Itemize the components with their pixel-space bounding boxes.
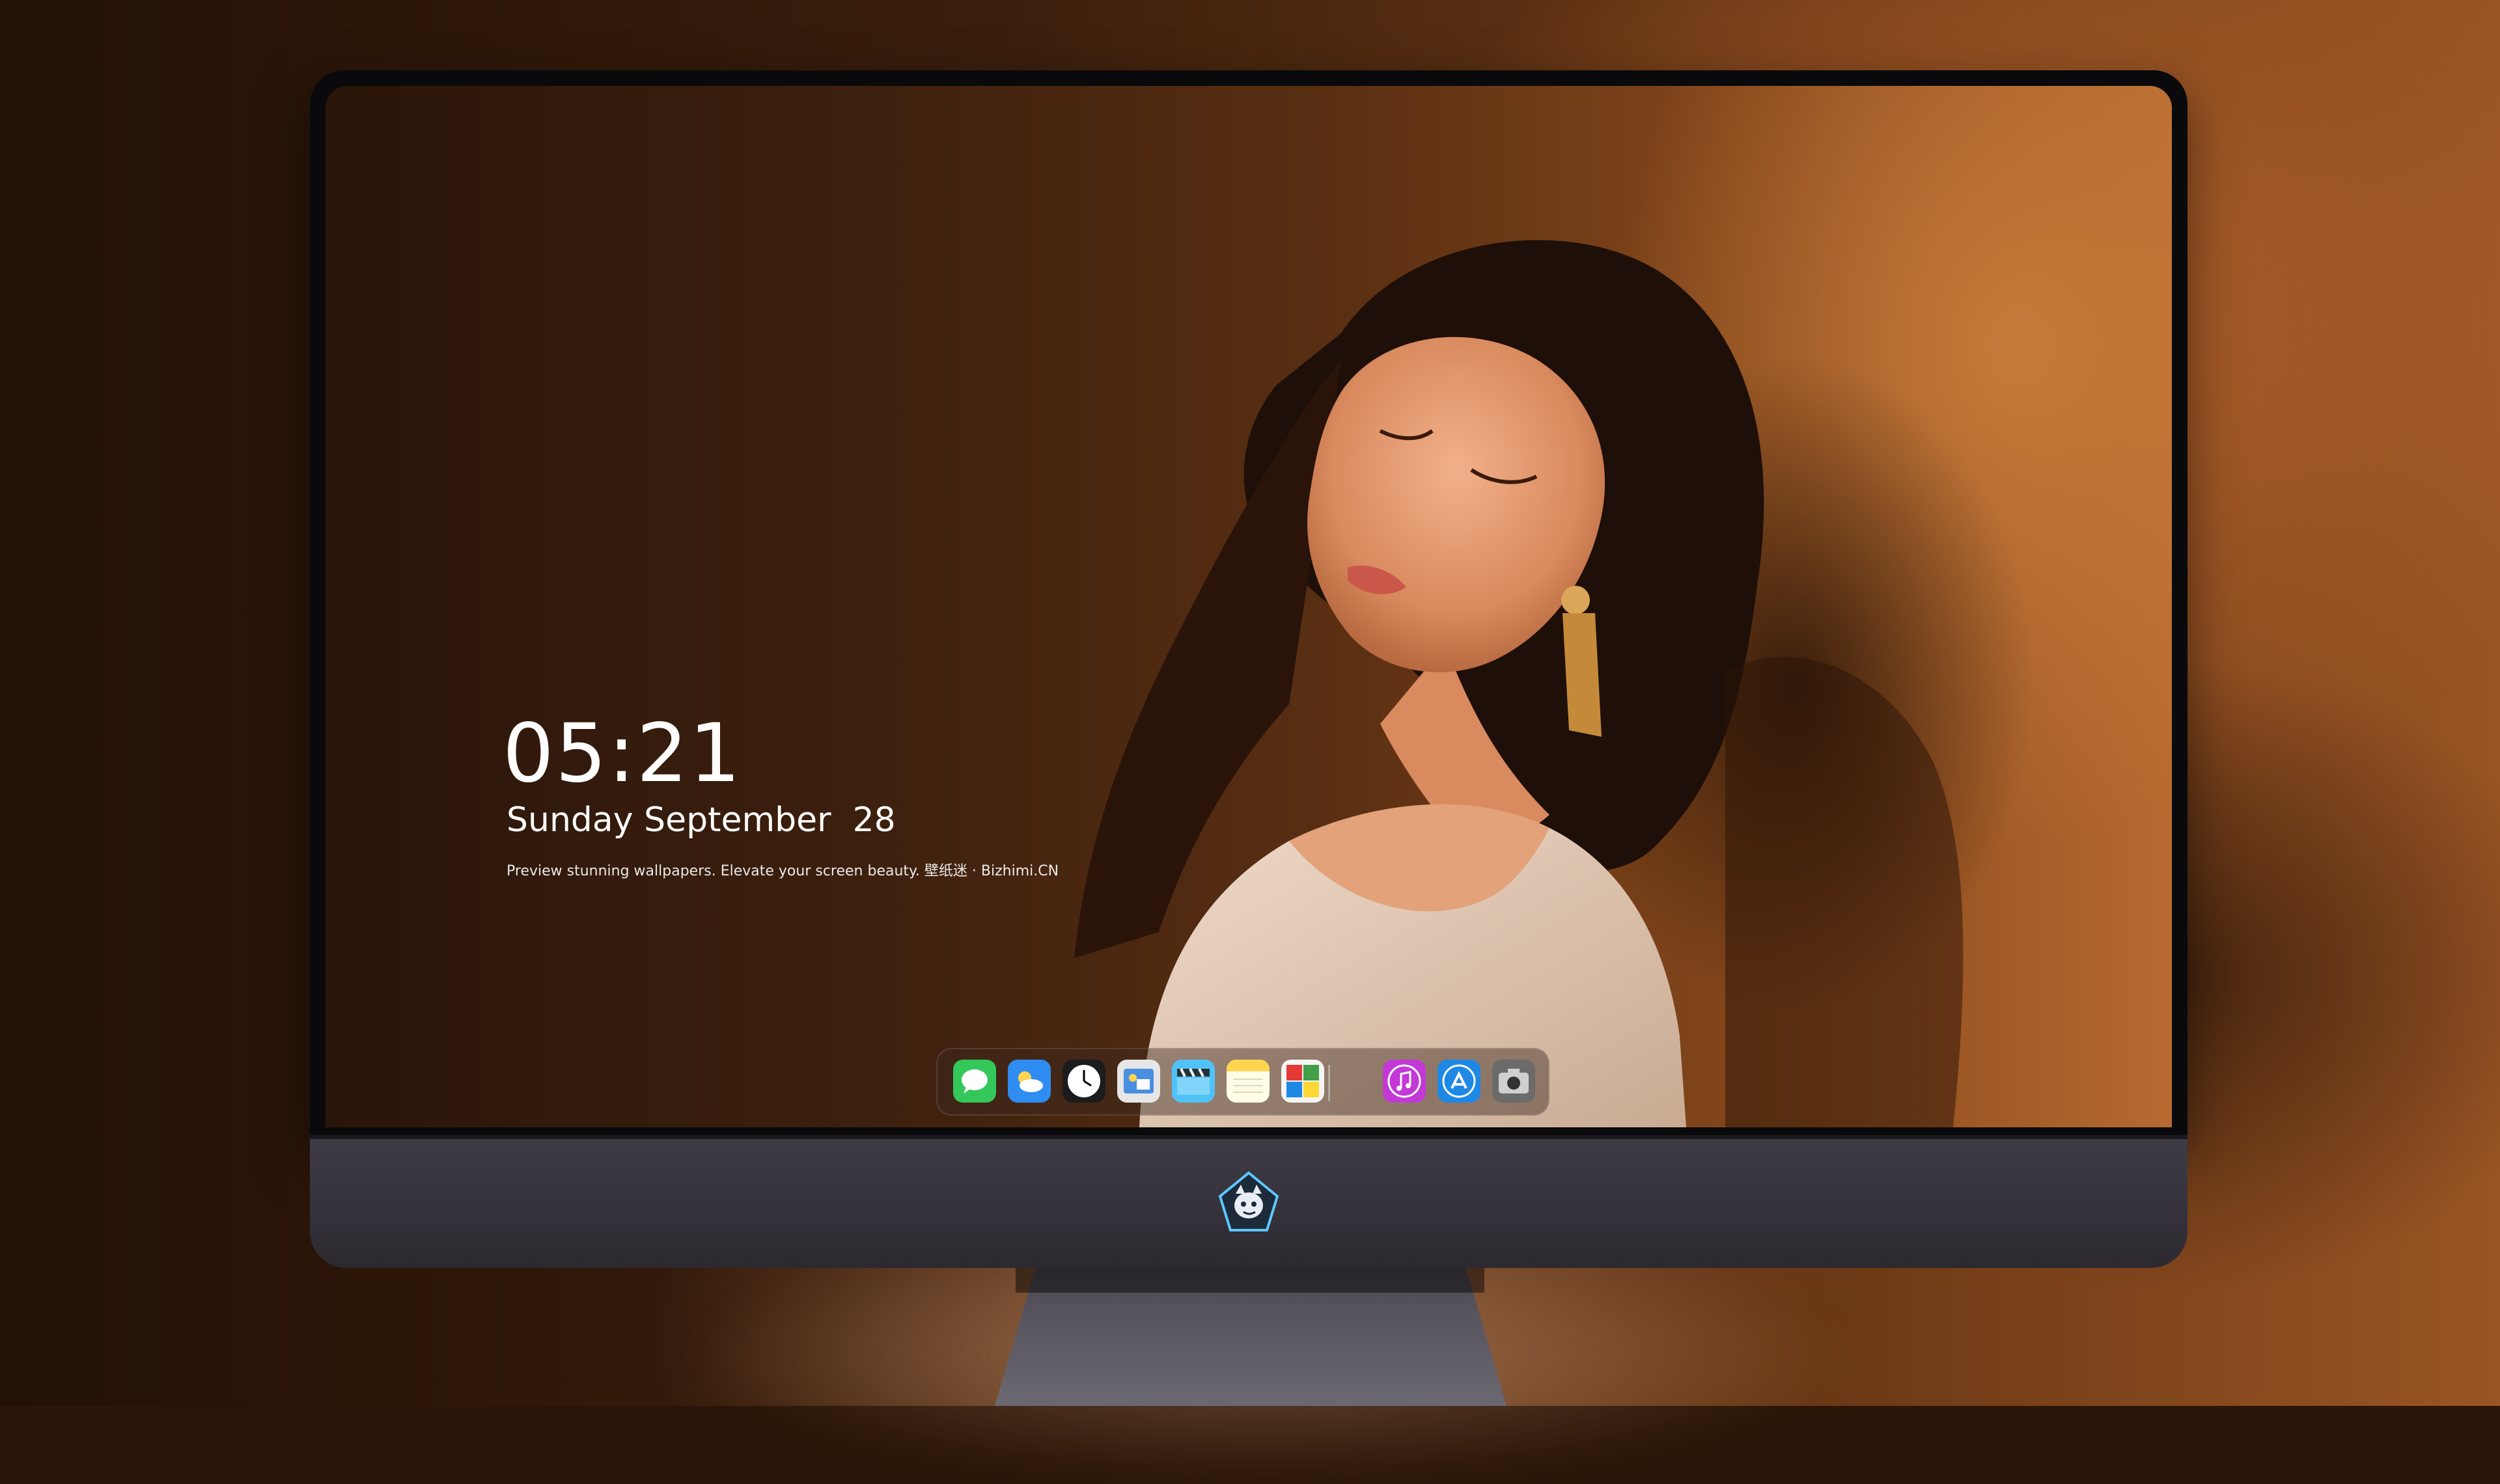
dragon-mascot-logo: [1218, 1171, 1279, 1231]
wallpaper-portrait: [1074, 240, 1964, 1127]
wallpaper-tagline: Preview stunning wallpapers. Elevate you…: [507, 863, 1059, 879]
dock-separator: [1328, 1065, 1330, 1101]
stand-shadow: [1016, 1267, 1484, 1293]
screenshot-icon[interactable]: [1492, 1060, 1535, 1103]
lock-screen-time: 05:21: [503, 707, 742, 801]
dock: [936, 1048, 1549, 1116]
lock-screen-date: Sunday September 28: [507, 801, 896, 840]
monitor-bezel: 05:21 Sunday September 28 Preview stunni…: [310, 70, 2188, 1135]
notes-icon[interactable]: [1227, 1060, 1270, 1103]
clips-icon[interactable]: [1172, 1060, 1215, 1103]
monitor-chin: [310, 1135, 2188, 1268]
lock-screen: 05:21 Sunday September 28 Preview stunni…: [326, 86, 2172, 1127]
clock-icon[interactable]: [1062, 1060, 1105, 1103]
monitor: 05:21 Sunday September 28 Preview stunni…: [310, 70, 2188, 1268]
app-store-icon[interactable]: [1438, 1060, 1480, 1103]
preview-icon[interactable]: [1117, 1060, 1160, 1103]
weather-icon[interactable]: [1008, 1060, 1051, 1103]
music-icon[interactable]: [1383, 1060, 1426, 1103]
photo-booth-icon[interactable]: [1281, 1060, 1324, 1103]
messages-icon[interactable]: [953, 1060, 996, 1103]
